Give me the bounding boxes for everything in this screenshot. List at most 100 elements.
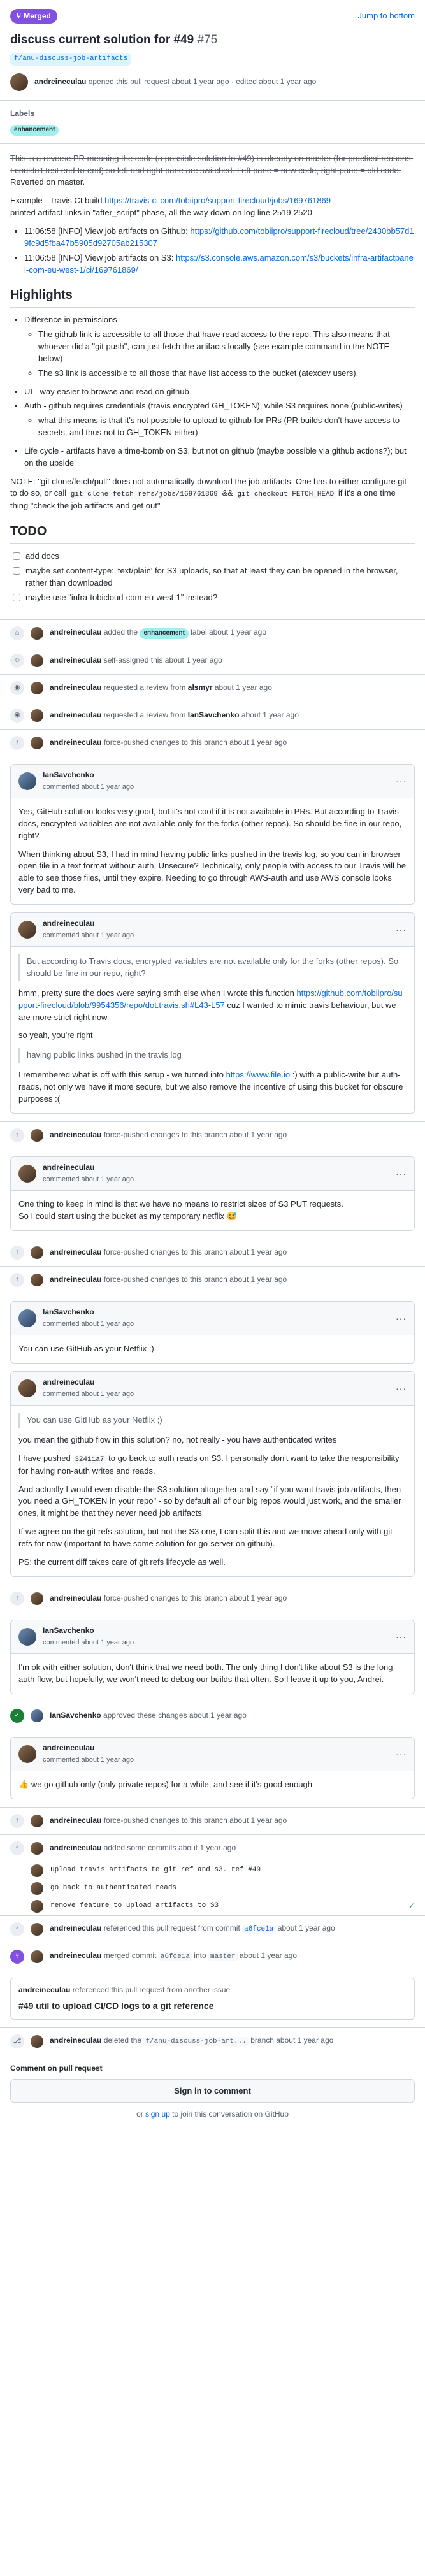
event-user[interactable]: andreineculau [50,710,101,719]
comment-card: andreineculau commented about 1 year ago ·… [10,1736,415,1799]
branch-name[interactable]: f/anu-discuss-job-artifacts [10,52,132,66]
more-options-icon[interactable]: ··· [396,1630,407,1643]
task-checkbox[interactable] [13,567,20,575]
commit-message[interactable]: go back to authenticated reads [48,1883,178,1894]
list-item: Auth - github requires credentials (trav… [24,400,415,439]
label-enhancement[interactable]: enhancement [10,125,59,136]
event-user[interactable]: andreineculau [50,1843,101,1852]
comment-author[interactable]: IanSavchenko [43,770,389,781]
avatar[interactable] [18,1379,36,1397]
commit-row: remove feature to upload artifacts to S3… [0,1897,425,1915]
sign-up-link[interactable]: sign up [145,2110,170,2119]
travis-build-link[interactable]: https://travis-ci.com/tobiipro/support-f… [104,196,331,205]
event-user[interactable]: andreineculau [50,738,101,747]
avatar[interactable] [18,1164,36,1183]
comment-time: commented about 1 year ago [43,1320,134,1328]
avatar[interactable] [18,1309,36,1327]
commit-hash[interactable]: a6fce1a [242,1925,276,1934]
more-options-icon[interactable]: ··· [396,1312,407,1325]
event-user[interactable]: andreineculau [50,1951,101,1960]
comment-author[interactable]: andreineculau [43,1377,389,1388]
push-icon: ↑ [10,735,24,750]
fileio-link[interactable]: https://www.file.io [226,1070,290,1079]
commit-message[interactable]: remove feature to upload artifacts to S3 [48,1901,220,1912]
avatar[interactable] [31,1841,43,1855]
avatar[interactable] [18,1627,36,1646]
event-user[interactable]: IanSavchenko [50,1711,101,1720]
avatar[interactable] [31,654,43,667]
comment-author[interactable]: IanSavchenko [43,1307,389,1318]
task-checkbox[interactable] [13,593,20,601]
event-user[interactable]: andreineculau [18,1985,70,1994]
avatar[interactable] [31,1922,43,1936]
event-user[interactable]: andreineculau [50,1130,101,1139]
referenced-issue-title[interactable]: #49 util to upload CI/CD logs to a git r… [18,1999,407,2012]
comment-time: commented about 1 year ago [43,932,134,940]
comment-time: commented about 1 year ago [43,1756,134,1764]
event-user[interactable]: andreineculau [50,683,101,692]
push-icon: ↑ [10,1813,24,1828]
event-text: requested a review from [103,682,186,692]
avatar[interactable] [18,921,36,939]
timeline-event: ↑ andreineculau force-pushed changes to t… [0,1265,425,1293]
avatar[interactable] [31,1950,43,1963]
comment-heading: Comment on pull request [10,2063,103,2073]
push-icon: ↑ [10,1128,24,1142]
commit-hash[interactable]: a6fce1a [158,1952,192,1962]
task-item: maybe set content-type: 'text/plain' for… [13,565,415,589]
target-branch[interactable]: master [208,1952,238,1962]
label-enhancement[interactable]: enhancement [140,628,189,639]
event-user[interactable]: andreineculau [50,1816,101,1825]
comment-author[interactable]: IanSavchenko [43,1625,389,1636]
more-options-icon[interactable]: ··· [396,1382,407,1395]
comment-time: commented about 1 year ago [43,1176,134,1184]
event-text: deleted the [103,2036,142,2045]
more-options-icon[interactable]: ··· [396,1748,407,1760]
merge-icon: ⑂ [17,11,22,20]
cross-reference-card: andreineculau referenced this pull reque… [10,1977,415,2020]
event-user[interactable]: andreineculau [50,1594,101,1602]
opener-user[interactable]: andreineculau [34,77,86,86]
avatar[interactable] [31,1814,43,1827]
more-options-icon[interactable]: ··· [396,775,407,788]
event-user[interactable]: andreineculau [50,656,101,665]
avatar[interactable] [31,2034,43,2048]
avatar[interactable] [31,1246,43,1259]
avatar[interactable] [31,1128,43,1142]
avatar[interactable] [10,73,28,91]
avatar[interactable] [31,709,43,722]
avatar[interactable] [31,1273,43,1286]
labels-heading: Labels [10,108,35,118]
commit-message[interactable]: upload travis artifacts to git ref and s… [48,1865,263,1876]
avatar[interactable] [31,1709,43,1722]
reviewer-user[interactable]: IanSavchenko [188,710,240,719]
comment-author[interactable]: andreineculau [43,1162,389,1173]
sign-in-button[interactable]: Sign in to comment [10,2078,415,2103]
avatar[interactable] [31,626,43,640]
reviewer-user[interactable]: alsmyr [188,683,213,692]
avatar[interactable] [18,1745,36,1763]
commit-hash[interactable]: 32411a7 [73,1455,106,1464]
more-options-icon[interactable]: ··· [396,923,407,936]
avatar[interactable] [31,1592,43,1605]
timeline-event: ↑ andreineculau force-pushed changes to t… [0,728,425,756]
comment-text: You can use GitHub as your Netflix ;) [18,1343,154,1353]
event-user[interactable]: andreineculau [50,1924,101,1932]
event-user[interactable]: andreineculau [50,2036,101,2045]
comment-author[interactable]: andreineculau [43,918,389,929]
avatar[interactable] [31,736,43,749]
event-user[interactable]: andreineculau [50,628,101,637]
avatar[interactable] [31,681,43,694]
comment-author[interactable]: andreineculau [43,1743,389,1753]
task-text: add docs [25,551,59,561]
event-text: label about 1 year ago [191,628,267,637]
jump-to-bottom-link[interactable]: Jump to bottom [357,10,415,22]
comment-text: you mean the github flow in this solutio… [18,1435,337,1444]
more-options-icon[interactable]: ··· [396,1167,407,1180]
task-checkbox[interactable] [13,552,20,561]
event-user[interactable]: andreineculau [50,1275,101,1284]
avatar[interactable] [18,772,36,790]
check-icon: ✓ [10,1708,24,1723]
timeline-event: ↑ andreineculau force-pushed changes to t… [0,1806,425,1834]
event-user[interactable]: andreineculau [50,1248,101,1256]
